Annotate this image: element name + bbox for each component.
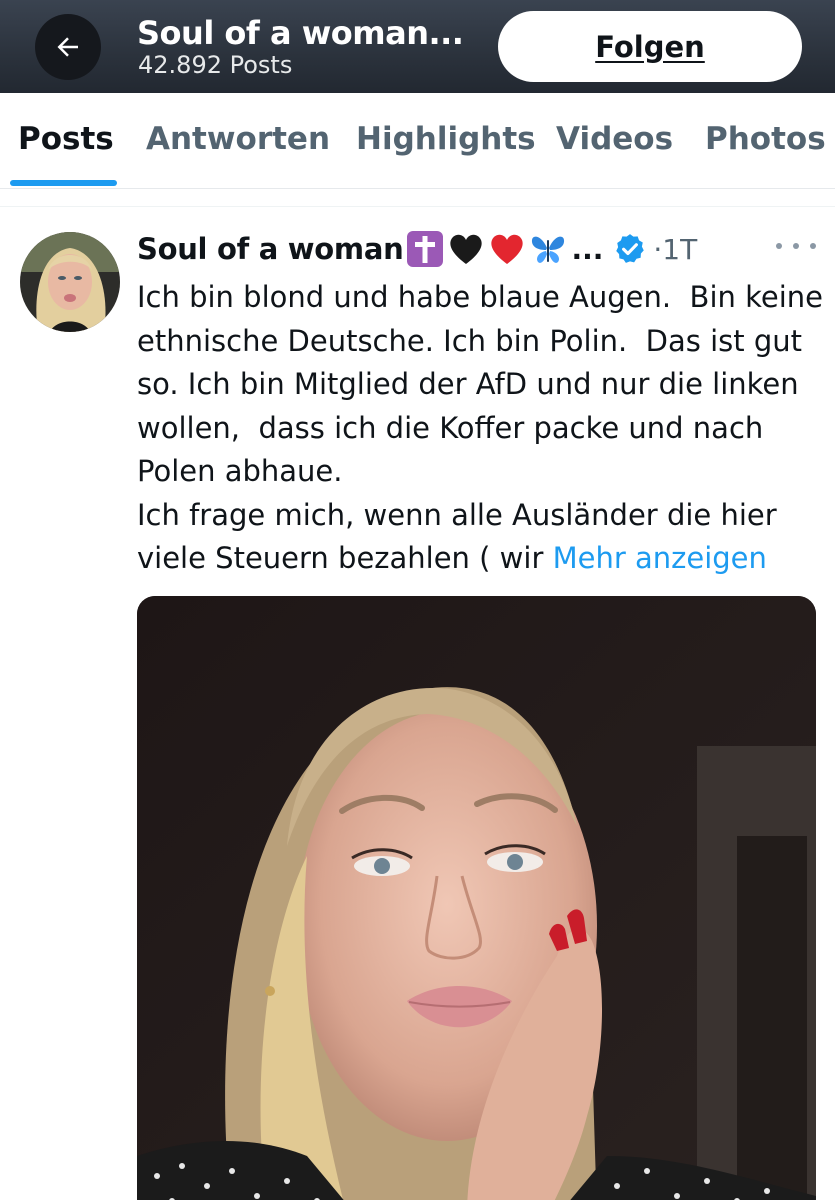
post-count: 42.892 Posts [138, 51, 293, 79]
avatar[interactable] [20, 232, 120, 332]
profile-header: Soul of a woman... 42.892 Posts Folgen [0, 0, 835, 93]
post-body: Ich bin blond und habe blaue Augen. Bin … [137, 280, 823, 575]
tab-replies[interactable]: Antworten [146, 121, 330, 157]
latin-cross-icon [407, 231, 444, 267]
more-dot [793, 243, 799, 249]
post-text: Ich bin blond und habe blaue Augen. Bin … [137, 276, 827, 581]
tab-highlights[interactable]: Highlights [356, 121, 536, 157]
follow-button-label: Folgen [595, 29, 705, 64]
post-time[interactable]: ·1T [653, 233, 697, 266]
tab-photos[interactable]: Photos [705, 121, 826, 157]
profile-title: Soul of a woman... [137, 14, 464, 52]
divider [0, 206, 835, 207]
red-heart-icon [491, 234, 524, 264]
selfie-photo [137, 596, 816, 1200]
show-more-link[interactable]: Mehr anzeigen [553, 541, 767, 575]
follow-button[interactable]: Folgen [498, 11, 802, 82]
black-heart-icon [450, 234, 483, 264]
back-button[interactable] [35, 14, 101, 80]
post-author-name[interactable]: Soul of a woman [137, 232, 404, 266]
post-time-value: 1T [662, 232, 698, 266]
more-dots-icon [776, 243, 782, 249]
arrow-left-icon [57, 37, 78, 57]
tab-posts[interactable]: Posts [18, 121, 114, 157]
profile-tabs: Posts Antworten Highlights Videos Photos [0, 93, 835, 189]
more-dot [810, 243, 816, 249]
more-options-button[interactable] [776, 232, 816, 260]
post-image[interactable] [137, 596, 816, 1200]
post-author-row: Soul of a woman ... ·1T [137, 228, 697, 270]
tab-videos[interactable]: Videos [556, 121, 673, 157]
verified-badge-icon [616, 234, 645, 263]
active-tab-indicator [10, 180, 117, 186]
avatar-photo [20, 232, 120, 332]
name-ellipsis: ... [571, 232, 604, 266]
butterfly-icon [532, 236, 565, 263]
